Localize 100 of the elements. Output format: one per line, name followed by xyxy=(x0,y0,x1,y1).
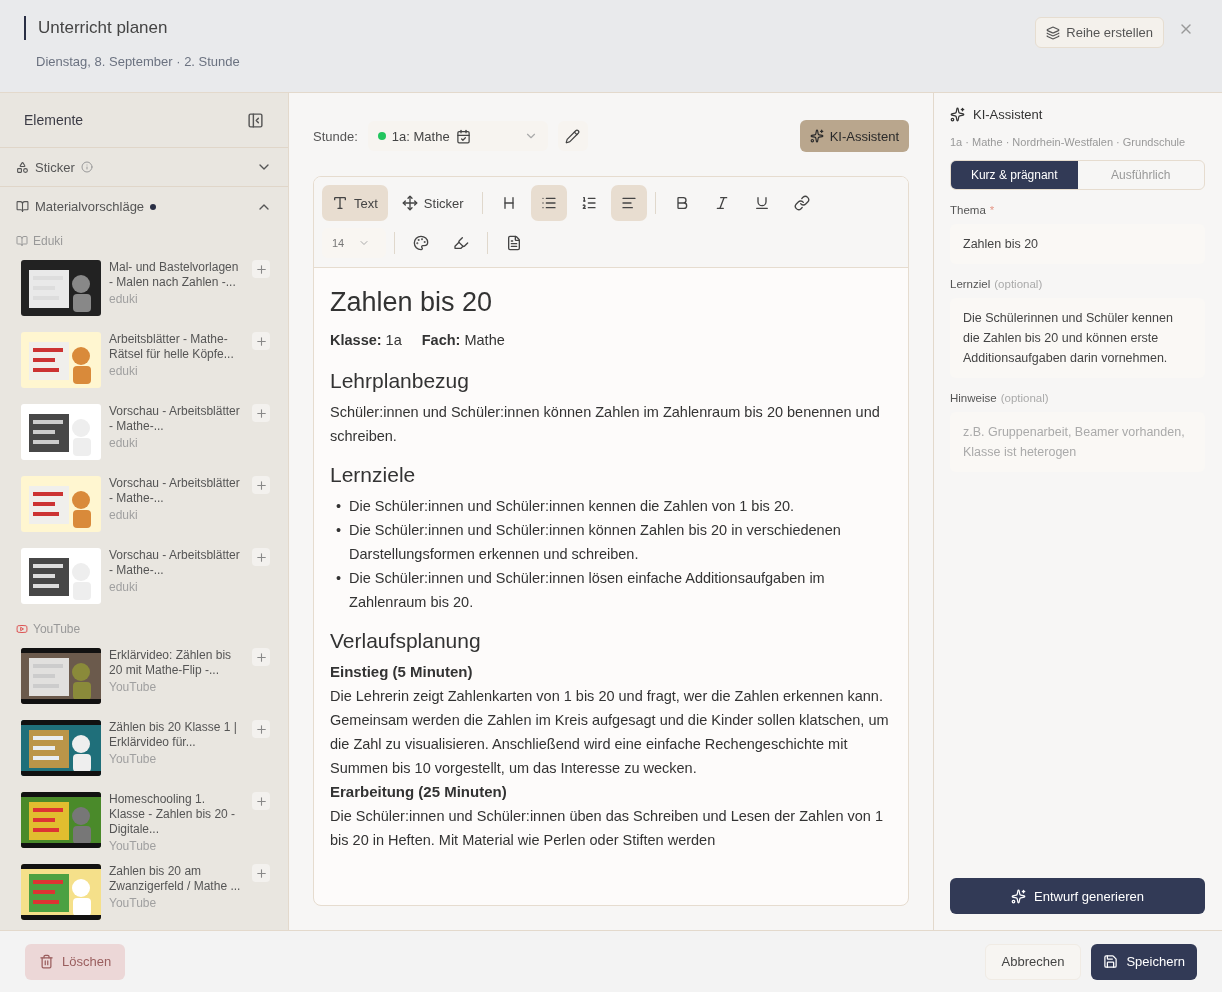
plus-icon xyxy=(254,334,268,348)
video-icon xyxy=(16,623,28,635)
numbered-list-icon xyxy=(580,195,597,211)
list-item: Die Schüler:innen und Schüler:innen kennen die Zahlen von 1 bis 20. xyxy=(349,497,795,516)
material-title[interactable]: Zählen bis 20 Klasse 1 | Erklärvideo für... xyxy=(109,720,244,750)
plus-icon xyxy=(254,650,268,664)
material-source: eduki xyxy=(109,580,139,594)
mode-tab[interactable]: Sticker xyxy=(391,185,474,221)
length-tab[interactable]: Kurz & prägnant xyxy=(951,161,1078,189)
palette-icon xyxy=(413,235,429,251)
sparkles-icon xyxy=(950,107,965,122)
material-source: eduki xyxy=(109,364,139,378)
pencil-icon xyxy=(565,128,581,144)
add-button[interactable] xyxy=(252,792,270,810)
info-icon xyxy=(80,161,93,174)
bullets-button[interactable] xyxy=(530,185,567,221)
materials-section-header[interactable]: Materialvorschläge xyxy=(0,187,288,226)
source-label: Eduki xyxy=(0,226,288,254)
material-title[interactable]: Zahlen bis 20 am Zwanzigerfeld / Mathe ... xyxy=(109,864,244,894)
list-item: Die Schüler:innen und Schüler:innen lösen einfache Additionsaufgaben im Zahlenraum bis 20. xyxy=(349,569,826,612)
document-meta: Fach: Mathe xyxy=(421,331,505,350)
edit-button[interactable] xyxy=(557,121,588,151)
sparkles-icon xyxy=(809,129,824,143)
generate-button[interactable]: Entwurf generieren xyxy=(950,878,1205,914)
material-source: eduki xyxy=(109,508,139,522)
document-icon xyxy=(506,235,522,251)
align-button[interactable] xyxy=(610,185,647,221)
sidebar-title: Elemente xyxy=(24,112,84,129)
book-icon xyxy=(16,200,29,214)
material-title[interactable]: Mal- und Bastelvorlagen - Malen nach Zahlen -... xyxy=(109,260,244,290)
material-source: eduki xyxy=(109,436,139,450)
move-icon xyxy=(401,195,418,211)
field-label: Thema xyxy=(950,204,986,216)
material-title[interactable]: Vorschau - Arbeitsblätter - Mathe-... xyxy=(109,476,244,506)
bullet: • xyxy=(336,521,342,540)
material-title[interactable]: Erklärvideo: Zählen bis 20 mit Mathe-Flip -... xyxy=(109,648,244,678)
add-button[interactable] xyxy=(252,332,270,350)
panel-collapse-icon xyxy=(247,111,264,129)
plus-icon xyxy=(254,406,268,420)
add-button[interactable] xyxy=(252,260,270,278)
material-source: YouTube xyxy=(109,896,158,910)
shapes-icon xyxy=(16,160,29,174)
required-mark: * xyxy=(989,204,995,216)
sparkles-icon xyxy=(1011,888,1027,904)
series-button[interactable]: Reihe erstellen xyxy=(1035,17,1164,48)
lesson-label: Stunde: xyxy=(313,128,358,144)
paragraph: Schüler:innen und Schüler:innen können Zahlen im Zahlenraum bis 20 benennen und schreiben. xyxy=(330,403,881,446)
plus-icon xyxy=(254,794,268,808)
link-icon xyxy=(793,195,810,211)
save-icon xyxy=(1103,954,1119,969)
plus-icon xyxy=(254,478,268,492)
paragraph: Die Lehrerin zeigt Zahlenkarten von 1 bis 20 und fragt, wer die Zahlen erkennen kann. Gemeinsam werden die Zahlen im Kreis aufgesagt und die Kinder sollen klatschen, um die Zahl zu visualisieren. Anschließend wird eine einfache Rechengeschichte mit Summen bis 10 vorgestellt, um das Interesse zu wecken. xyxy=(330,687,890,778)
material-source: YouTube xyxy=(109,839,158,853)
add-button[interactable] xyxy=(252,404,270,422)
trash-icon xyxy=(39,954,54,969)
bullet: • xyxy=(336,569,342,588)
section-heading: Lehrplanbezug xyxy=(330,368,470,394)
calendar-icon xyxy=(455,128,471,144)
document-title: Zahlen bis 20 xyxy=(330,286,494,319)
save-button[interactable]: Speichern xyxy=(1091,943,1197,980)
mode-tab[interactable]: Text xyxy=(322,185,388,221)
field-label: Hinweise xyxy=(950,392,997,404)
plus-icon xyxy=(254,550,268,564)
lesson-select[interactable]: 1a: Mathe xyxy=(367,121,548,151)
plus-icon xyxy=(254,866,268,880)
add-button[interactable] xyxy=(252,548,270,566)
plus-icon xyxy=(254,262,268,276)
new-indicator-dot xyxy=(150,203,157,210)
panel-title: KI-Assistent xyxy=(973,107,1043,122)
section-heading: Verlaufsplanung xyxy=(330,628,482,654)
subsection-heading: Erarbeitung (25 Minuten) xyxy=(330,782,508,802)
source-label: YouTube xyxy=(0,614,288,642)
ai-assistant-button[interactable]: KI-Assistent xyxy=(799,120,909,152)
field-label: Lernziel xyxy=(950,278,991,290)
add-button[interactable] xyxy=(252,720,270,738)
plus-icon xyxy=(254,722,268,736)
optional-note: (optional) xyxy=(994,278,1043,290)
underline-icon xyxy=(753,195,770,211)
paragraph: Die Schüler:innen und Schüler:innen üben das Schreiben und Lesen der Zahlen von 1 bis 20 in Heften. Mit Material wie Perlen oder Stiften werden xyxy=(330,807,884,850)
align-left-icon xyxy=(620,195,637,211)
context-info: 1a · Mathe · Nordrhein-Westfalen · Grundschule xyxy=(950,135,1187,150)
bullet: • xyxy=(336,497,342,516)
optional-note: (optional) xyxy=(1000,392,1049,404)
bullet-list-icon xyxy=(540,195,557,211)
section-heading: Lernziele xyxy=(330,462,417,488)
material-source: eduki xyxy=(109,292,139,306)
material-source: YouTube xyxy=(109,680,158,694)
subsection-heading: Einstieg (5 Minuten) xyxy=(330,662,474,682)
cancel-button[interactable]: Abbrechen xyxy=(984,943,1082,980)
material-title[interactable]: Arbeitsblätter - Mathe-Rätsel für helle Köpfe... xyxy=(109,332,244,362)
material-title[interactable]: Homeschooling 1. Klasse - Zahlen bis 20 - Digitale... xyxy=(109,792,244,837)
add-button[interactable] xyxy=(252,476,270,494)
material-title[interactable]: Vorschau - Arbeitsblätter - Mathe-... xyxy=(109,404,244,434)
sticker-section-header[interactable]: Sticker xyxy=(0,148,288,188)
list-item: Die Schüler:innen und Schüler:innen können Zahlen bis 20 in verschiedenen Darstellungsformen erkennen und schreiben. xyxy=(349,521,842,564)
layers-icon xyxy=(1046,25,1061,40)
add-button[interactable] xyxy=(252,648,270,666)
add-button[interactable] xyxy=(252,864,270,882)
title-field[interactable]: Unterricht planen xyxy=(24,16,424,40)
material-title[interactable]: Vorschau - Arbeitsblätter - Mathe-... xyxy=(109,548,244,578)
